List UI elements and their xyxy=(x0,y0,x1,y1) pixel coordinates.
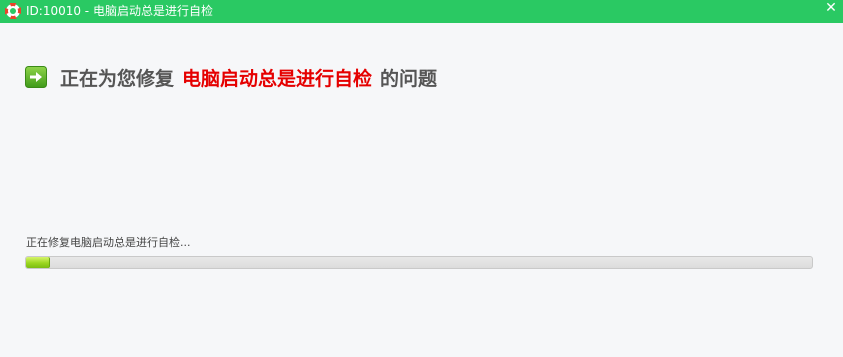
window-title: ID:10010 - 电脑启动总是进行自检 xyxy=(26,4,213,18)
heading-prefix: 正在为您修复 xyxy=(60,67,175,90)
page-heading: 正在为您修复 电脑启动总是进行自检 的问题 xyxy=(25,64,437,90)
heading-suffix: 的问题 xyxy=(380,67,438,90)
arrow-right-icon xyxy=(25,66,47,88)
title-bar: ID:10010 - 电脑启动总是进行自检 ✕ xyxy=(0,0,843,23)
progress-status: 正在修复电脑启动总是进行自检... xyxy=(26,236,191,249)
progress-bar xyxy=(25,256,813,269)
progress-fill xyxy=(26,257,50,268)
problem-name: 电脑启动总是进行自检 xyxy=(182,67,373,90)
close-button[interactable]: ✕ xyxy=(822,0,840,17)
lifebuoy-icon xyxy=(5,3,21,19)
main-panel: 正在为您修复 电脑启动总是进行自检 的问题 正在修复电脑启动总是进行自检... xyxy=(0,23,843,357)
